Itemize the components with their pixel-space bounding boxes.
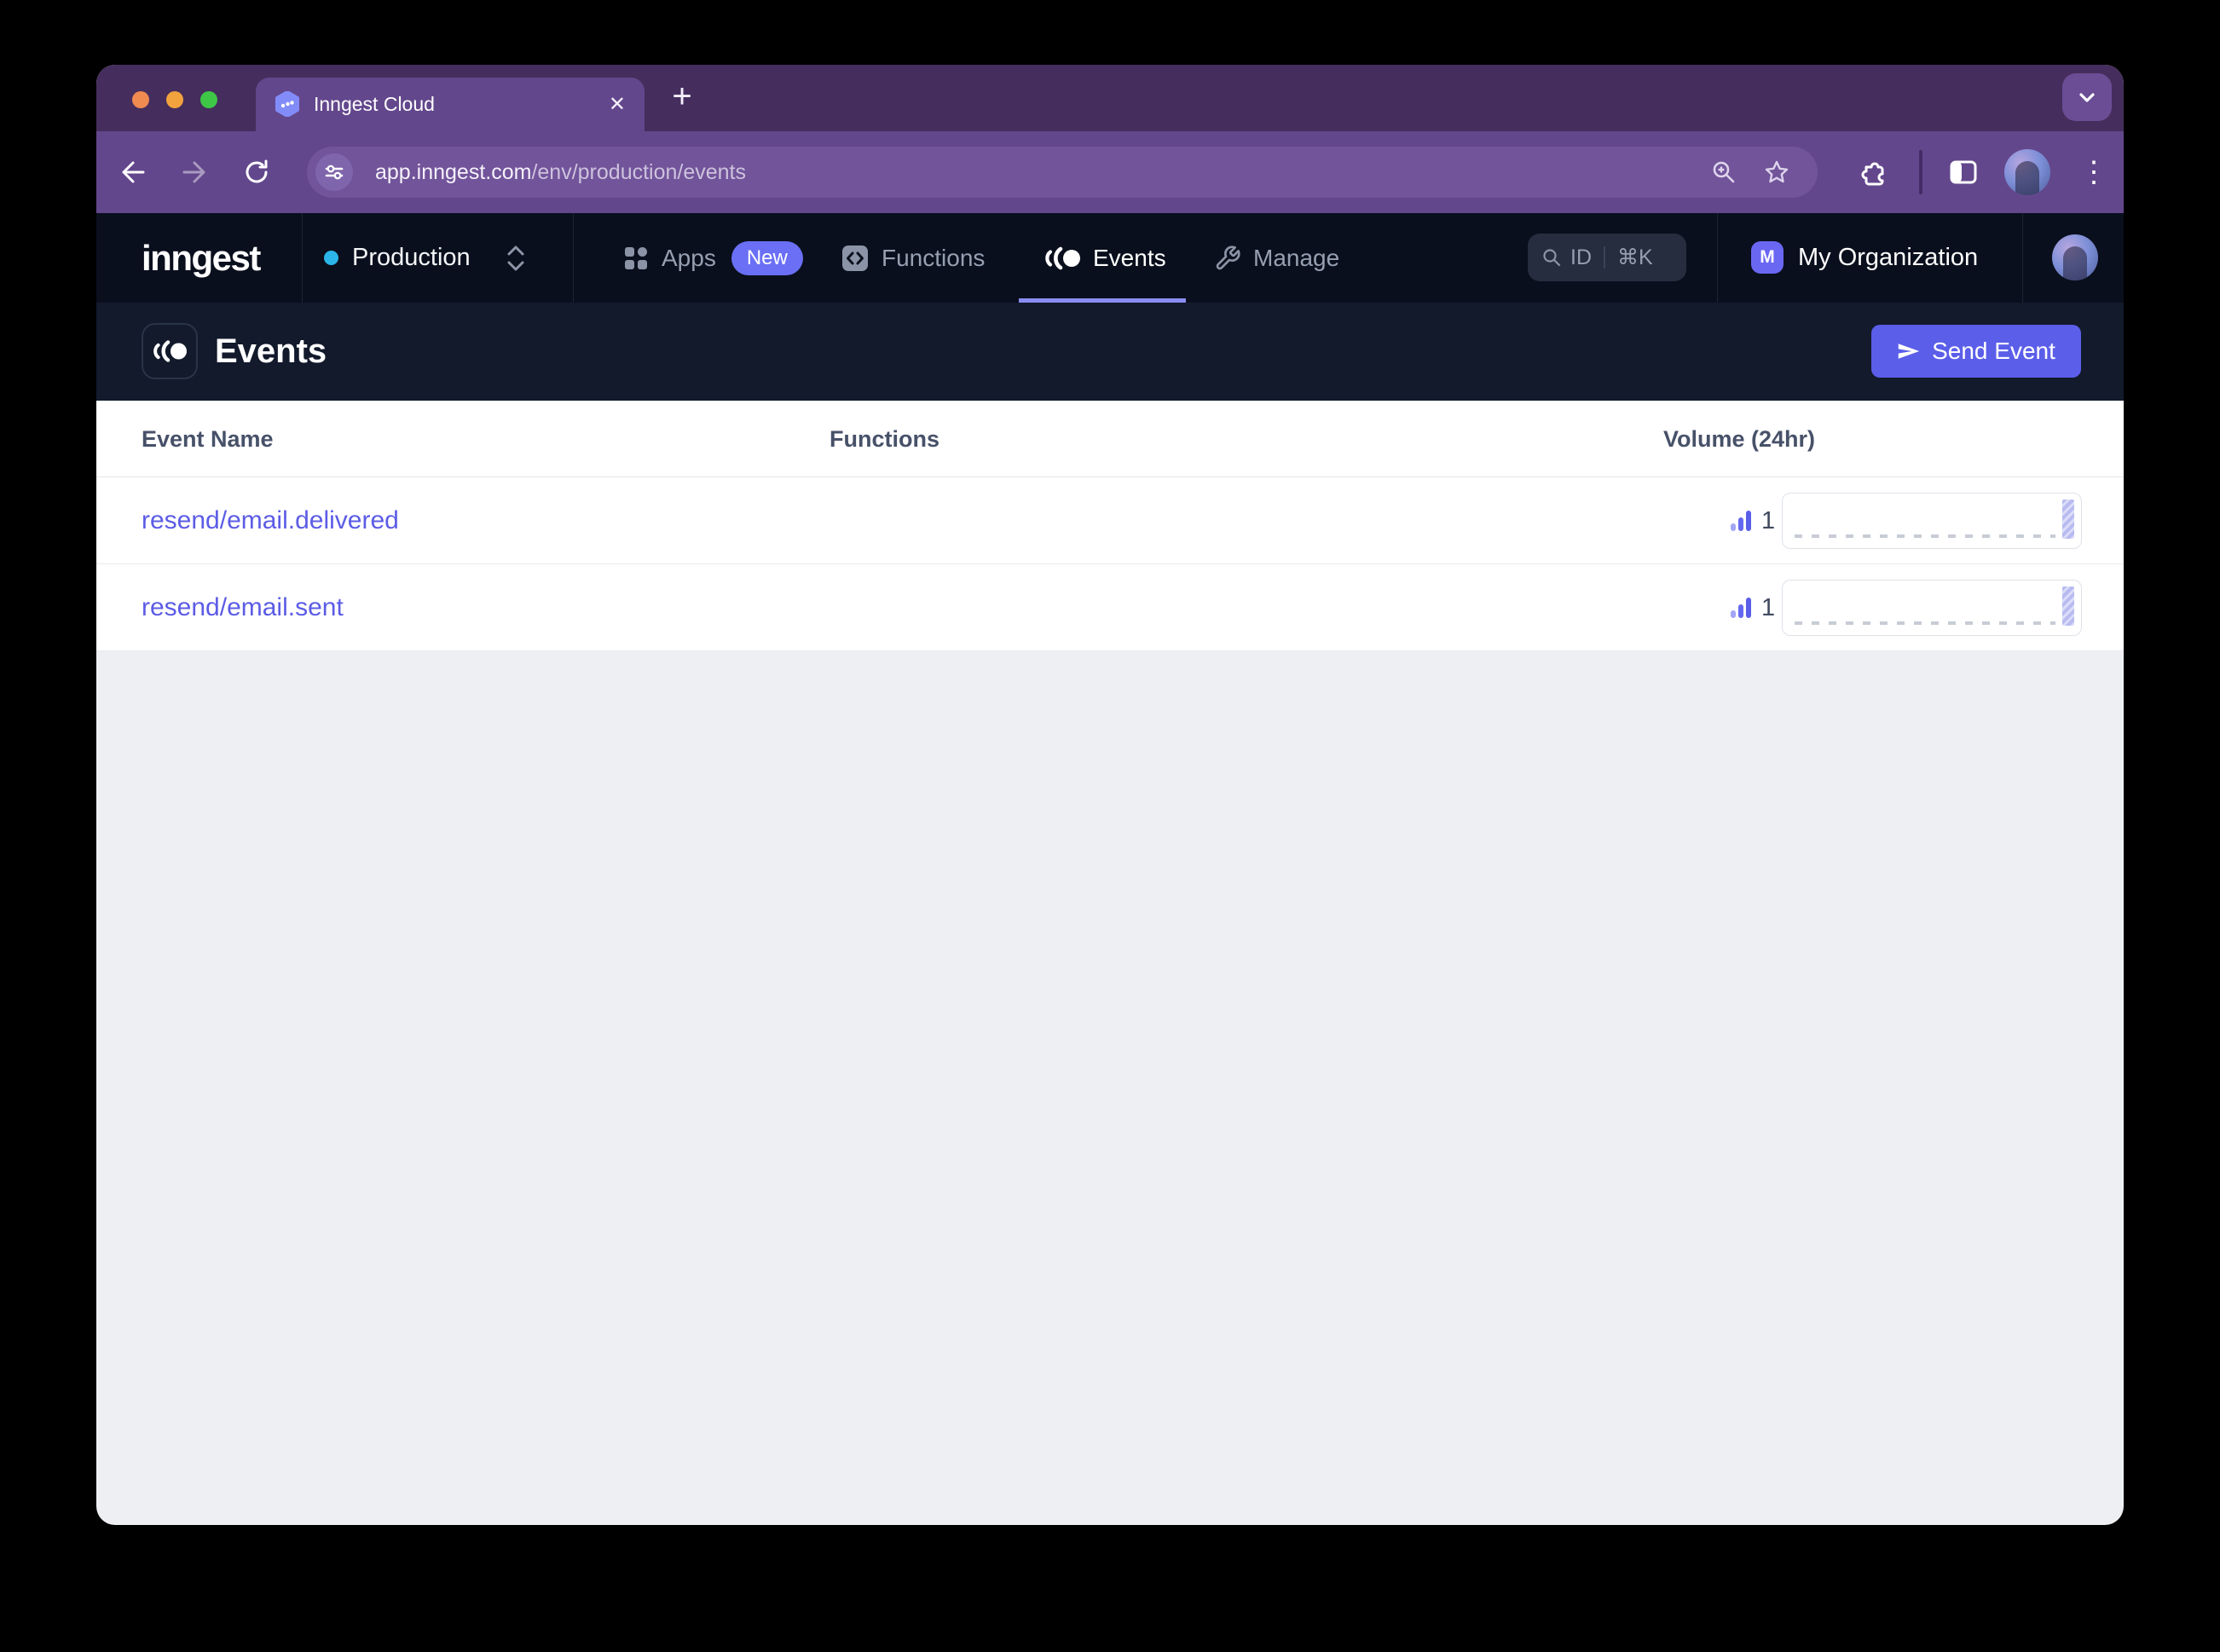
environment-status-dot [324, 251, 338, 265]
page-header: Events Send Event [96, 303, 2124, 401]
events-page-icon [142, 323, 198, 379]
header-divider [573, 213, 574, 303]
volume-sparkline [1782, 493, 2082, 549]
url-path: /env/production/events [531, 160, 747, 184]
header-divider [302, 213, 303, 303]
nav-label-functions: Functions [882, 244, 986, 271]
tab-close-icon[interactable]: ✕ [609, 78, 626, 131]
nav-label-manage: Manage [1253, 244, 1340, 271]
volume-count: 1 [1761, 594, 1776, 621]
nav-item-events[interactable]: Events [1044, 213, 1166, 303]
search-id-label: ID [1570, 245, 1592, 269]
app-header: inngest Production Apps New Functions Ev… [96, 213, 2124, 303]
column-volume: Volume (24hr) [1663, 426, 1816, 452]
volume-bars-icon [1731, 511, 1751, 531]
search-shortcut-label: ⌘K [1617, 245, 1653, 269]
table-header: Event Name Functions Volume (24hr) [96, 401, 2124, 477]
nav-label-apps: Apps [662, 244, 716, 271]
back-icon[interactable] [119, 159, 147, 186]
send-event-button[interactable]: Send Event [1871, 325, 2081, 378]
column-event-name: Event Name [142, 426, 274, 452]
events-stream-icon [1045, 246, 1080, 269]
site-info-icon[interactable] [315, 153, 353, 191]
browser-tab-bar: Inngest Cloud ✕ + [96, 65, 2124, 131]
environment-selector[interactable]: Production [324, 213, 527, 303]
environment-label: Production [352, 244, 471, 271]
window-close-button[interactable] [132, 91, 149, 108]
zoom-icon[interactable] [1710, 159, 1737, 186]
search-divider [1604, 246, 1605, 269]
wrench-icon [1216, 245, 1240, 269]
volume-bars-icon [1731, 598, 1751, 618]
nav-item-manage[interactable]: Manage [1214, 213, 1339, 303]
sparkline-bar [2062, 500, 2074, 539]
event-name-link[interactable]: resend/email.delivered [142, 477, 399, 564]
toolbar-divider [1919, 150, 1922, 194]
reload-icon[interactable] [243, 159, 270, 186]
browser-window: Inngest Cloud ✕ + app.inngest.com/env/pr… [96, 65, 2124, 1525]
user-avatar[interactable] [2052, 234, 2098, 280]
side-panel-icon[interactable] [1948, 157, 1979, 188]
sparkline-bar [2062, 586, 2074, 626]
org-switcher[interactable]: My Organization [1798, 213, 1978, 303]
table-row[interactable]: resend/email.delivered 1 [96, 477, 2124, 564]
url-host: app.inngest.com [375, 160, 532, 184]
forward-icon[interactable] [181, 159, 208, 186]
new-badge: New [731, 240, 803, 275]
column-functions: Functions [830, 426, 939, 452]
header-divider [2022, 213, 2023, 303]
org-initial-badge: M [1751, 241, 1784, 274]
nav-item-apps[interactable]: Apps New [622, 213, 803, 303]
volume-count: 1 [1761, 507, 1776, 534]
window-zoom-button[interactable] [200, 91, 217, 108]
inngest-logo[interactable]: inngest [142, 213, 261, 303]
url-text: app.inngest.com/env/production/events [375, 147, 746, 198]
browser-menu-icon[interactable]: ⋮ [2079, 152, 2108, 193]
header-divider [1717, 213, 1718, 303]
search-shortcut-button[interactable]: ID ⌘K [1528, 234, 1686, 281]
inngest-favicon-icon [275, 91, 299, 117]
bookmark-star-icon[interactable] [1763, 159, 1790, 186]
search-icon [1543, 249, 1561, 267]
tab-search-button[interactable] [2062, 73, 2112, 121]
send-event-label: Send Event [1932, 338, 2055, 364]
table-row[interactable]: resend/email.sent 1 [96, 564, 2124, 651]
sparkline-baseline [1795, 621, 2055, 625]
browser-tab[interactable]: Inngest Cloud ✕ [256, 78, 645, 131]
browser-profile-avatar[interactable] [2004, 149, 2050, 195]
nav-label-events: Events [1093, 244, 1166, 271]
page-title: Events [215, 332, 327, 370]
address-bar[interactable]: app.inngest.com/env/production/events [307, 147, 1818, 198]
nav-item-functions[interactable]: Functions [841, 213, 985, 303]
apps-grid-icon [625, 246, 647, 269]
event-name-link[interactable]: resend/email.sent [142, 564, 344, 651]
chevron-down-icon [2079, 93, 2095, 102]
tab-title: Inngest Cloud [314, 93, 435, 115]
new-tab-button[interactable]: + [663, 78, 701, 116]
chevron-up-down-icon [507, 245, 524, 270]
extensions-icon[interactable] [1858, 157, 1888, 188]
browser-toolbar: app.inngest.com/env/production/events ⋮ [96, 131, 2124, 213]
send-icon [1898, 344, 1920, 359]
window-minimize-button[interactable] [166, 91, 183, 108]
sparkline-baseline [1795, 534, 2055, 538]
functions-code-icon [842, 245, 868, 271]
volume-sparkline [1782, 580, 2082, 636]
